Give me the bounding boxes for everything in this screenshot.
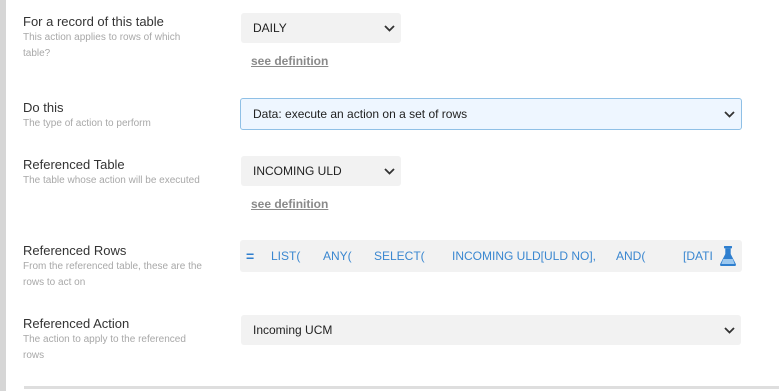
record-table-desc-line1: This action applies to rows of which <box>23 32 181 43</box>
left-border <box>0 0 6 391</box>
chevron-down-icon <box>377 156 401 186</box>
referenced-action-desc-line2: rows <box>23 350 45 361</box>
record-table-select[interactable]: DAILY <box>241 13 401 43</box>
chevron-down-icon <box>717 99 741 129</box>
referenced-action-value: Incoming UCM <box>253 323 333 337</box>
expression-token: LIST( <box>271 249 301 263</box>
expression-token: [DATI <box>683 249 713 263</box>
referenced-table-desc: The table whose action will be executed <box>23 175 200 186</box>
referenced-rows-label: Referenced Rows <box>23 243 127 258</box>
chevron-down-icon <box>717 315 741 345</box>
expression-token: SELECT( <box>374 249 425 263</box>
expression-token: AND( <box>616 249 646 263</box>
do-this-value: Data: execute an action on a set of rows <box>253 107 468 121</box>
referenced-rows-expression-field[interactable]: = LIST( ANY( SELECT( INCOMING ULD[ULD NO… <box>240 240 742 272</box>
record-table-label: For a record of this table <box>23 14 164 29</box>
referenced-rows-desc-line2: rows to act on <box>23 277 86 288</box>
do-this-label: Do this <box>23 100 64 115</box>
referenced-action-select[interactable]: Incoming UCM <box>241 315 741 345</box>
record-table-value: DAILY <box>253 21 287 35</box>
referenced-rows-desc-line1: From the referenced table, these are the <box>23 261 202 272</box>
record-table-desc-line2: table? <box>23 48 51 59</box>
referenced-table-value: INCOMING ULD <box>253 164 342 178</box>
expression-token: ANY( <box>323 249 352 263</box>
referenced-table-label: Referenced Table <box>23 157 125 172</box>
do-this-desc: The type of action to perform <box>23 118 151 129</box>
referenced-table-select[interactable]: INCOMING ULD <box>241 156 401 186</box>
expression-token: INCOMING ULD[ULD NO], <box>452 249 597 263</box>
referenced-table-see-definition-link[interactable]: see definition <box>251 197 328 211</box>
record-table-see-definition-link[interactable]: see definition <box>251 54 328 68</box>
chevron-down-icon <box>377 13 401 43</box>
flask-icon[interactable] <box>716 243 740 269</box>
expression-equals-icon: = <box>246 248 255 264</box>
do-this-select[interactable]: Data: execute an action on a set of rows <box>240 98 742 130</box>
referenced-action-label: Referenced Action <box>23 316 130 331</box>
referenced-action-desc-line1: The action to apply to the referenced <box>23 334 186 345</box>
section-divider <box>24 386 779 389</box>
